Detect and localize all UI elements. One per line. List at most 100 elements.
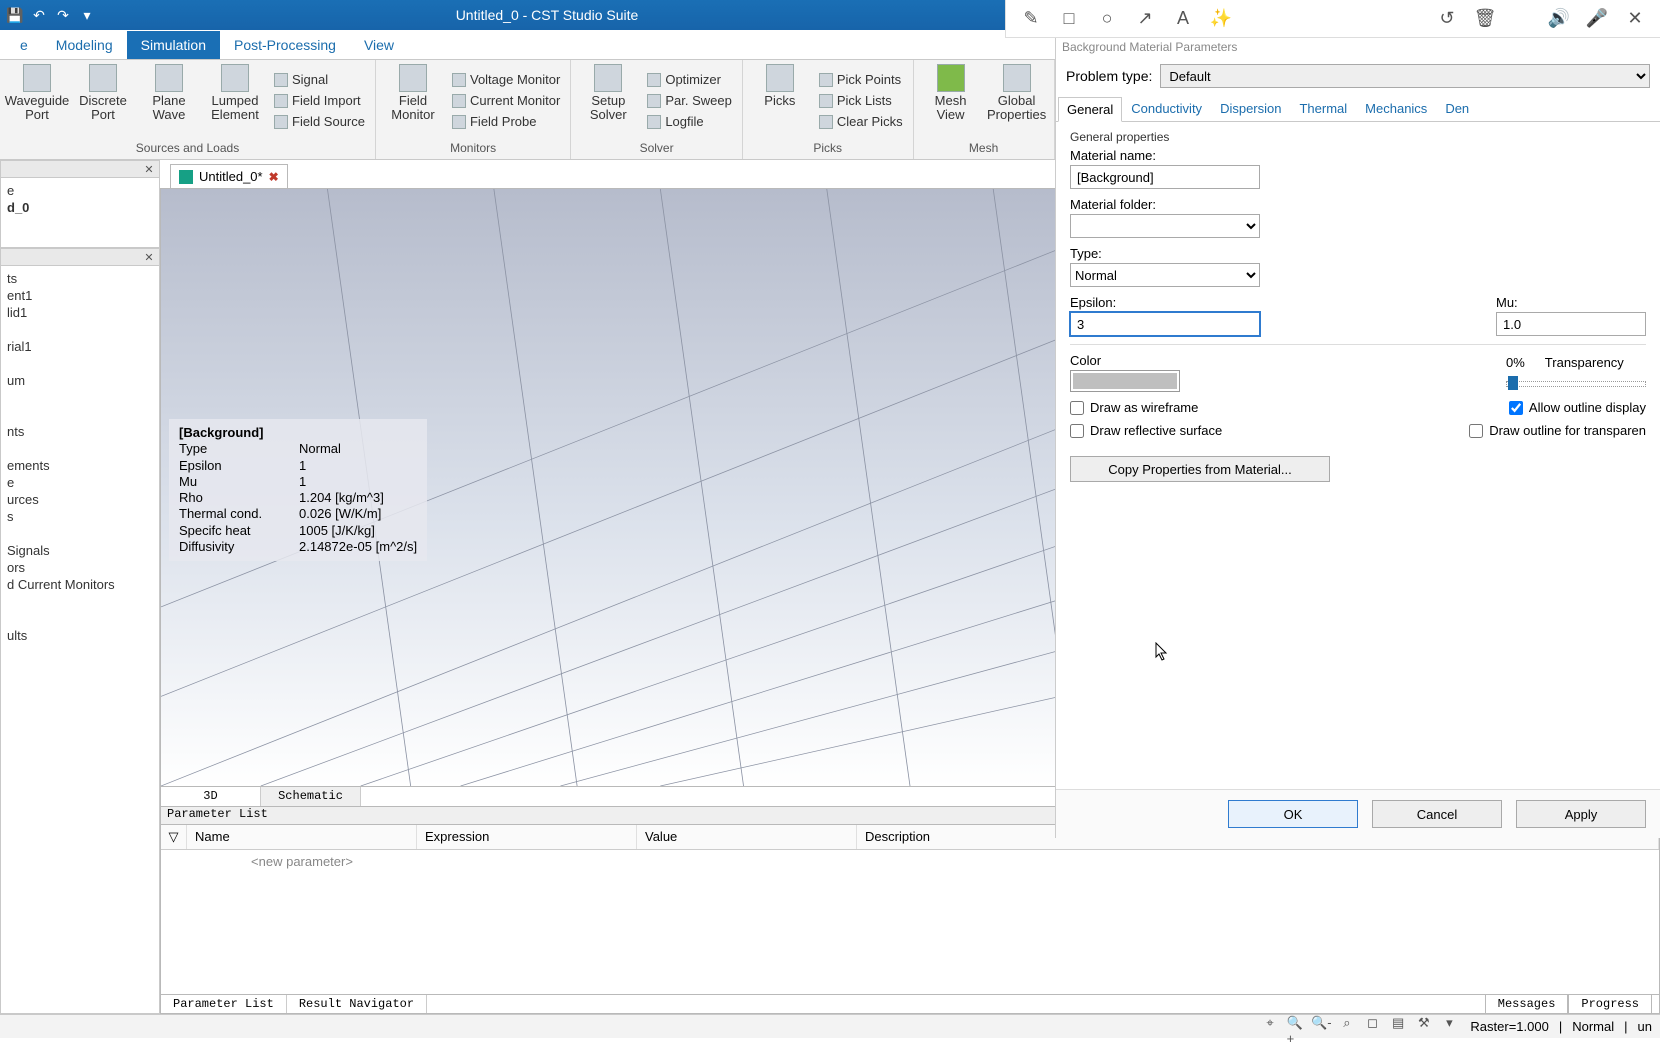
- list-item[interactable]: [5, 321, 155, 338]
- redo-icon[interactable]: ↷: [54, 6, 72, 24]
- list-item[interactable]: ors: [5, 559, 155, 576]
- par-sweep-button[interactable]: Par. Sweep: [643, 91, 736, 110]
- view-box-icon[interactable]: ◻: [1364, 1014, 1382, 1032]
- chk-wireframe[interactable]: Draw as wireframe: [1070, 400, 1198, 415]
- undo-icon[interactable]: ↶: [30, 6, 48, 24]
- list-item[interactable]: d_0: [5, 199, 155, 216]
- material-name-input[interactable]: [1070, 165, 1260, 189]
- ribbon-tab-view[interactable]: View: [350, 31, 408, 59]
- list-item[interactable]: ts: [5, 270, 155, 287]
- field-probe-button[interactable]: Field Probe: [448, 112, 564, 131]
- list-item[interactable]: ements: [5, 457, 155, 474]
- transparency-slider[interactable]: [1506, 372, 1646, 392]
- pick-points-button[interactable]: Pick Points: [815, 70, 907, 89]
- close-icon[interactable]: ✕: [1624, 8, 1646, 30]
- text-icon[interactable]: A: [1172, 8, 1194, 30]
- square-icon[interactable]: □: [1058, 8, 1080, 30]
- arrow-icon[interactable]: ↗: [1134, 8, 1156, 30]
- view-tool-icon[interactable]: ⚒: [1415, 1014, 1433, 1032]
- mic-icon[interactable]: 🎤: [1586, 8, 1608, 30]
- col-expression[interactable]: Expression: [417, 825, 637, 849]
- list-item[interactable]: ent1: [5, 287, 155, 304]
- list-item[interactable]: [5, 593, 155, 610]
- chevron-down-icon[interactable]: ▾: [1440, 1014, 1458, 1032]
- view-axes-icon[interactable]: ▤: [1389, 1014, 1407, 1032]
- view-tab-schematic[interactable]: Schematic: [261, 787, 361, 806]
- list-item[interactable]: nts: [5, 423, 155, 440]
- list-item[interactable]: Signals: [5, 542, 155, 559]
- field-monitor-button[interactable]: FieldMonitor: [382, 62, 444, 139]
- apply-button[interactable]: Apply: [1516, 800, 1646, 828]
- tab-conductivity[interactable]: Conductivity: [1122, 96, 1211, 121]
- cancel-button[interactable]: Cancel: [1372, 800, 1502, 828]
- clear-picks-button[interactable]: Clear Picks: [815, 112, 907, 131]
- list-item[interactable]: urces: [5, 491, 155, 508]
- problem-type-select[interactable]: Default: [1160, 64, 1650, 88]
- zoom-reset-icon[interactable]: ⌕: [1338, 1014, 1356, 1032]
- list-item[interactable]: ults: [5, 627, 155, 644]
- circle-icon[interactable]: ○: [1096, 8, 1118, 30]
- save-icon[interactable]: 💾: [6, 6, 24, 24]
- ribbon-tab-postprocessing[interactable]: Post-Processing: [220, 31, 350, 59]
- tab-result-navigator[interactable]: Result Navigator: [287, 995, 427, 1013]
- list-item[interactable]: e: [5, 182, 155, 199]
- col-name[interactable]: Name: [187, 825, 417, 849]
- tab-mechanics[interactable]: Mechanics: [1356, 96, 1436, 121]
- picks-button[interactable]: Picks: [749, 62, 811, 139]
- list-item[interactable]: d Current Monitors: [5, 576, 155, 593]
- tab-messages[interactable]: Messages: [1485, 994, 1569, 1014]
- close-icon[interactable]: ✕: [143, 163, 155, 175]
- pencil-icon[interactable]: ✎: [1020, 8, 1042, 30]
- list-item[interactable]: [5, 440, 155, 457]
- list-item[interactable]: [5, 525, 155, 542]
- ribbon-tab-modeling[interactable]: Modeling: [42, 31, 127, 59]
- discrete-port-button[interactable]: DiscretePort: [72, 62, 134, 139]
- tab-thermal[interactable]: Thermal: [1290, 96, 1356, 121]
- close-icon[interactable]: ✖: [269, 170, 279, 184]
- mu-input[interactable]: [1496, 312, 1646, 336]
- view-tab-3d[interactable]: 3D: [161, 787, 261, 806]
- nav-tree-1[interactable]: e d_0: [0, 178, 160, 248]
- list-item[interactable]: rial1: [5, 338, 155, 355]
- tab-progress[interactable]: Progress: [1568, 994, 1652, 1014]
- list-item[interactable]: lid1: [5, 304, 155, 321]
- qat-dropdown-icon[interactable]: ▾: [78, 6, 96, 24]
- parameter-grid[interactable]: ▽ Name Expression Value Description <new…: [160, 825, 1660, 995]
- new-parameter-placeholder[interactable]: <new parameter>: [187, 850, 417, 873]
- field-import-button[interactable]: Field Import: [270, 91, 369, 110]
- speaker-icon[interactable]: 🔊: [1548, 8, 1570, 30]
- logfile-button[interactable]: Logfile: [643, 112, 736, 131]
- list-item[interactable]: [5, 610, 155, 627]
- waveguide-port-button[interactable]: WaveguidePort: [6, 62, 68, 139]
- trash-icon[interactable]: 🗑: [1474, 8, 1496, 30]
- material-folder-select[interactable]: [1070, 214, 1260, 238]
- document-tab[interactable]: Untitled_0* ✖: [170, 164, 288, 188]
- chk-reflective[interactable]: Draw reflective surface: [1070, 423, 1222, 438]
- zoom-in-icon[interactable]: 🔍+: [1287, 1021, 1305, 1039]
- col-value[interactable]: Value: [637, 825, 857, 849]
- plane-wave-button[interactable]: PlaneWave: [138, 62, 200, 139]
- optimizer-button[interactable]: Optimizer: [643, 70, 736, 89]
- list-item[interactable]: e: [5, 474, 155, 491]
- list-item[interactable]: s: [5, 508, 155, 525]
- list-item[interactable]: [5, 355, 155, 372]
- mesh-view-button[interactable]: MeshView: [920, 62, 982, 139]
- nav-tree-2[interactable]: tsent1lid1 rial1 um nts ementseurcess Si…: [0, 266, 160, 1014]
- color-swatch[interactable]: [1070, 370, 1180, 392]
- chk-outline-transp[interactable]: Draw outline for transparen: [1469, 423, 1646, 438]
- close-icon[interactable]: ✕: [143, 251, 155, 263]
- tab-parameter-list[interactable]: Parameter List: [161, 995, 287, 1013]
- tab-general[interactable]: General: [1058, 97, 1122, 122]
- epsilon-input[interactable]: [1070, 312, 1260, 336]
- chk-outline[interactable]: Allow outline display: [1509, 400, 1646, 415]
- setup-solver-button[interactable]: SetupSolver: [577, 62, 639, 139]
- global-properties-button[interactable]: GlobalProperties: [986, 62, 1048, 139]
- zoom-out-icon[interactable]: 🔍-: [1312, 1014, 1330, 1032]
- material-type-select[interactable]: Normal: [1070, 263, 1260, 287]
- list-item[interactable]: [5, 406, 155, 423]
- tab-dispersion[interactable]: Dispersion: [1211, 96, 1290, 121]
- ribbon-tab-simulation[interactable]: Simulation: [127, 31, 220, 59]
- list-item[interactable]: [5, 389, 155, 406]
- copy-properties-button[interactable]: Copy Properties from Material...: [1070, 456, 1330, 482]
- lumped-element-button[interactable]: LumpedElement: [204, 62, 266, 139]
